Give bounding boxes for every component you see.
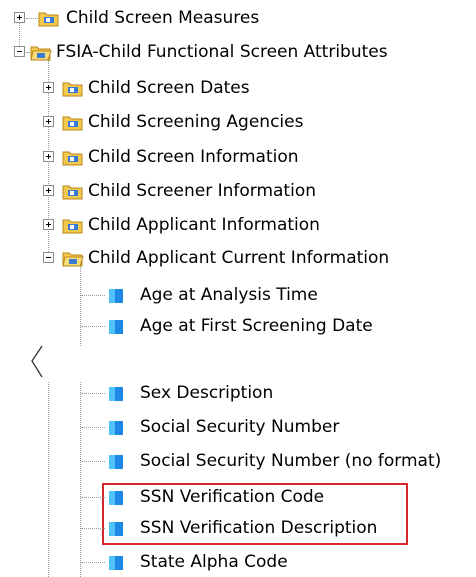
folder-icon	[30, 46, 52, 61]
dimension-icon	[109, 387, 123, 401]
minus-box-icon[interactable]	[14, 46, 25, 57]
tree-connector	[81, 497, 105, 498]
break-icon	[31, 345, 43, 378]
tree-node-child-screen-measures[interactable]: Child Screen Measures	[0, 6, 476, 30]
tree-node-ssn-verification-description[interactable]: SSN Verification Description	[0, 516, 476, 540]
folder-icon	[62, 116, 83, 131]
tree-node-label: Child Screener Information	[88, 181, 316, 201]
tree-node-child-screen-dates[interactable]: Child Screen Dates	[0, 76, 476, 100]
folder-icon	[38, 12, 59, 27]
plus-box-icon[interactable]	[14, 12, 25, 23]
plus-box-icon[interactable]	[43, 219, 54, 230]
folder-icon	[62, 185, 83, 200]
tree-node-label: Age at Analysis Time	[140, 285, 318, 305]
tree-node-label: Child Screen Measures	[66, 8, 260, 28]
tree-node-social-security-number[interactable]: Social Security Number	[0, 415, 476, 439]
tree-node-label: Child Applicant Current Information	[88, 248, 390, 268]
tree-connector	[81, 326, 105, 327]
tree-connector	[81, 461, 105, 462]
tree-node-label: State Alpha Code	[140, 552, 288, 572]
tree-connector	[48, 382, 49, 577]
tree-node-label: SSN Verification Code	[140, 487, 325, 507]
dimension-icon	[109, 556, 123, 570]
tree-node-age-at-first-screening-date[interactable]: Age at First Screening Date	[0, 314, 476, 338]
dimension-icon	[109, 455, 123, 469]
tree-node-label: Child Screen Information	[88, 147, 299, 167]
tree-node-label: Social Security Number	[140, 417, 340, 437]
tree-node-label: Age at First Screening Date	[140, 316, 373, 336]
tree-node-label: Child Screening Agencies	[88, 112, 304, 132]
tree-node-ssn-verification-code[interactable]: SSN Verification Code	[0, 485, 476, 509]
tree-node-child-screen-information[interactable]: Child Screen Information	[0, 145, 476, 169]
tree-connector	[81, 528, 105, 529]
dimension-icon	[109, 522, 123, 536]
tree-node-label: Sex Description	[140, 383, 274, 403]
tree-node-sex-description[interactable]: Sex Description	[0, 381, 476, 405]
tree-node-child-applicant-information[interactable]: Child Applicant Information	[0, 213, 476, 237]
plus-box-icon[interactable]	[43, 116, 54, 127]
tree-node-social-security-number-no-format[interactable]: Social Security Number (no format)	[0, 449, 476, 473]
tree-node-label: Social Security Number (no format)	[140, 451, 442, 471]
dimension-icon	[109, 421, 123, 435]
plus-box-icon[interactable]	[43, 82, 54, 93]
tree-node-fsia-child-functional-screen-attributes[interactable]: FSIA-Child Functional Screen Attributes	[0, 40, 476, 64]
folder-icon	[62, 151, 83, 166]
plus-box-icon[interactable]	[43, 151, 54, 162]
dimension-icon	[109, 491, 123, 505]
tree-node-state-alpha-code[interactable]: State Alpha Code	[0, 550, 476, 574]
tree-connector	[26, 18, 38, 19]
tree-node-label: FSIA-Child Functional Screen Attributes	[56, 42, 388, 62]
tree-connector	[81, 427, 105, 428]
minus-box-icon[interactable]	[43, 252, 54, 263]
plus-box-icon[interactable]	[43, 185, 54, 196]
tree-connector	[81, 562, 105, 563]
folder-icon	[62, 219, 83, 234]
tree-connector	[80, 382, 81, 577]
folder-icon	[62, 82, 83, 97]
tree-node-child-applicant-current-information[interactable]: Child Applicant Current Information	[0, 246, 476, 270]
tree-node-child-screening-agencies[interactable]: Child Screening Agencies	[0, 110, 476, 134]
tree-view: Child Screen Measures FSIA-Child Functio…	[0, 0, 476, 577]
tree-node-child-screener-information[interactable]: Child Screener Information	[0, 179, 476, 203]
tree-connector	[81, 295, 105, 296]
dimension-icon	[109, 320, 123, 334]
tree-connector	[81, 393, 105, 394]
tree-node-label: Child Screen Dates	[88, 78, 250, 98]
tree-node-label: Child Applicant Information	[88, 215, 320, 235]
tree-node-label: SSN Verification Description	[140, 518, 378, 538]
dimension-icon	[109, 289, 123, 303]
folder-icon	[62, 252, 84, 267]
tree-node-age-at-analysis-time[interactable]: Age at Analysis Time	[0, 283, 476, 307]
